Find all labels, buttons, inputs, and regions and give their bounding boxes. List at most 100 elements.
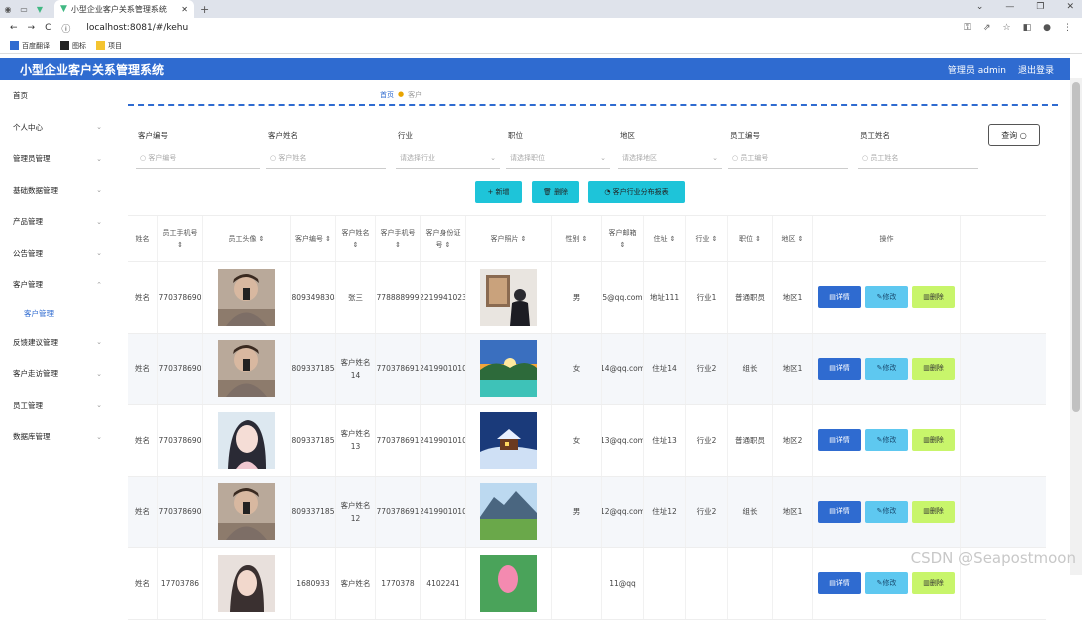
detail-button[interactable]: ▤ 详情 [818,501,861,523]
add-button[interactable]: + 新增 [475,181,522,203]
sidebar-item-base-data[interactable]: 基础数据管理⌄ [0,175,128,207]
delete-row-button[interactable]: ▥ 删除 [912,429,955,451]
tab-search-icon[interactable]: ⌄ [976,2,984,12]
column-header[interactable]: 住址 ⇕ [644,216,686,261]
delete-row-button[interactable]: ▥ 删除 [912,572,955,594]
maximize-icon[interactable]: ❐ [1036,2,1044,12]
delete-row-button[interactable]: ▥ 删除 [912,286,955,308]
delete-row-button[interactable]: ▥ 删除 [912,501,955,523]
table-row[interactable]: 姓名177037861680933客户姓名1770378410224111@qq… [128,548,1046,620]
bookmark-item[interactable]: 项目 [96,41,122,51]
edit-button[interactable]: ✎ 修改 [865,501,908,523]
edit-button[interactable]: ✎ 修改 [865,286,908,308]
edit-button[interactable]: ✎ 修改 [865,572,908,594]
filter-select[interactable]: 请选择行业⌄ [396,148,500,169]
browser-tab[interactable]: ▼ 小型企业客户关系管理系统 ✕ [54,0,194,18]
region-cell: 地区1 [773,334,813,405]
minimize-icon[interactable]: — [1005,2,1014,12]
share-icon[interactable]: ⇗ [983,23,991,33]
account-icon[interactable]: ● [1043,23,1051,33]
sidebar-item-admins[interactable]: 管理员管理⌄ [0,143,128,175]
sidebar-item-notices[interactable]: 公告管理⌄ [0,238,128,270]
column-header[interactable]: 员工手机号 ⇕ [158,216,203,261]
breadcrumb: 首页 ● 客户 [380,90,422,100]
close-window-icon[interactable]: ✕ [1066,2,1074,12]
column-header[interactable]: 客户身份证号 ⇕ [421,216,466,261]
sidebar-item-employees[interactable]: 员工管理⌄ [0,390,128,422]
region-cell: 地区1 [773,477,813,548]
filter-input[interactable]: ○ 客户编号 [136,148,260,169]
detail-button[interactable]: ▤ 详情 [818,358,861,380]
column-header[interactable]: 地区 ⇕ [773,216,813,261]
column-header[interactable]: 性别 ⇕ [552,216,602,261]
column-header[interactable]: 客户编号 ⇕ [291,216,336,261]
tab-group-icon[interactable]: ▭ [16,5,32,14]
star-icon[interactable]: ☆ [1003,23,1011,33]
column-header[interactable]: 客户手机号 ⇕ [376,216,421,261]
column-header[interactable]: 客户照片 ⇕ [466,216,552,261]
sidebar-item-home[interactable]: 首页 [0,80,128,112]
filter-select[interactable]: 请选择地区⌄ [618,148,722,169]
key-icon[interactable]: ⚿ [964,23,971,33]
detail-button[interactable]: ▤ 详情 [818,572,861,594]
menu-icon[interactable]: ⋮ [1063,23,1072,33]
filter-input[interactable]: ○ 员工编号 [728,148,848,169]
logout-link[interactable]: 退出登录 [1018,63,1054,76]
customer-photo-cell [466,262,552,333]
sidebar-item-customers[interactable]: 客户管理⌃ [0,269,128,301]
table-row[interactable]: 姓名177037869011680933718569客户姓名1217703786… [128,477,1046,549]
position-cell [728,548,773,619]
filter-input[interactable]: ○ 客户姓名 [266,148,386,169]
column-header[interactable]: 姓名 [128,216,158,261]
email-cell: 11@qq [602,548,644,619]
customer-name-cell: 客户姓名13 [336,405,376,476]
sidebar-item-database[interactable]: 数据库管理⌄ [0,421,128,453]
employee-avatar-cell [203,334,291,405]
column-header[interactable]: 员工头像 ⇕ [203,216,291,261]
query-button[interactable]: 查询 ○ [988,124,1040,146]
customer-phone-cell: 17788889999 [376,262,421,333]
sidebar-item-feedback[interactable]: 反馈建议管理⌄ [0,327,128,359]
reload-icon[interactable]: C [45,23,51,33]
position-cell: 组长 [728,334,773,405]
back-icon[interactable]: ← [10,23,18,33]
filter-input[interactable]: ○ 员工姓名 [858,148,978,169]
table-row[interactable]: 姓名177037869031680933718565客户姓名1317703786… [128,405,1046,477]
employee-name-cell: 姓名 [128,262,158,333]
bookmark-item[interactable]: 图标 [60,41,86,51]
detail-button[interactable]: ▤ 详情 [818,286,861,308]
chevron-down-icon: ⌄ [96,338,102,346]
bookmark-item[interactable]: 百度翻译 [10,41,50,51]
filter-select[interactable]: 请选择职位⌄ [506,148,610,169]
close-tab-icon[interactable]: ✕ [181,5,188,14]
column-header[interactable]: 客户邮箱 ⇕ [602,216,644,261]
profile-icon[interactable]: ◉ [0,5,16,14]
forward-icon[interactable]: → [28,23,36,33]
column-header[interactable]: 职位 ⇕ [728,216,773,261]
delete-row-button[interactable]: ▥ 删除 [912,358,955,380]
sidebar-subitem-customer-manage[interactable]: 客户管理 [0,301,128,327]
column-header[interactable]: 客户姓名 ⇕ [336,216,376,261]
edit-button[interactable]: ✎ 修改 [865,358,908,380]
column-header[interactable]: 行业 ⇕ [686,216,728,261]
edit-button[interactable]: ✎ 修改 [865,429,908,451]
email-cell: 14@qq.com [602,334,644,405]
sidebar-item-profile[interactable]: 个人中心⌄ [0,112,128,144]
table-row[interactable]: 姓名177037869011680933718548客户姓名1417703786… [128,334,1046,406]
breadcrumb-home[interactable]: 首页 [380,90,394,100]
position-cell: 组长 [728,477,773,548]
report-button[interactable]: ◔ 客户行业分布报表 [588,181,685,203]
sidepanel-icon[interactable]: ◧ [1023,23,1032,33]
page-scrollbar[interactable] [1070,78,1082,575]
table-row[interactable]: 姓名177037869011680934983047张三177888899994… [128,262,1046,334]
detail-button[interactable]: ▤ 详情 [818,429,861,451]
delete-row-icon: ▥ [923,577,930,590]
chevron-down-icon: ⌄ [600,154,606,162]
sidebar-item-visits[interactable]: 客户走访管理⌄ [0,358,128,390]
delete-button[interactable]: 🗑 删除 [532,181,579,203]
url-input[interactable]: localhost:8081/#/kehu [86,23,188,33]
column-header[interactable]: 操作 [813,216,961,261]
sidebar-item-products[interactable]: 产品管理⌄ [0,206,128,238]
new-tab-button[interactable]: + [200,3,209,16]
chevron-down-icon: ⌄ [96,370,102,378]
